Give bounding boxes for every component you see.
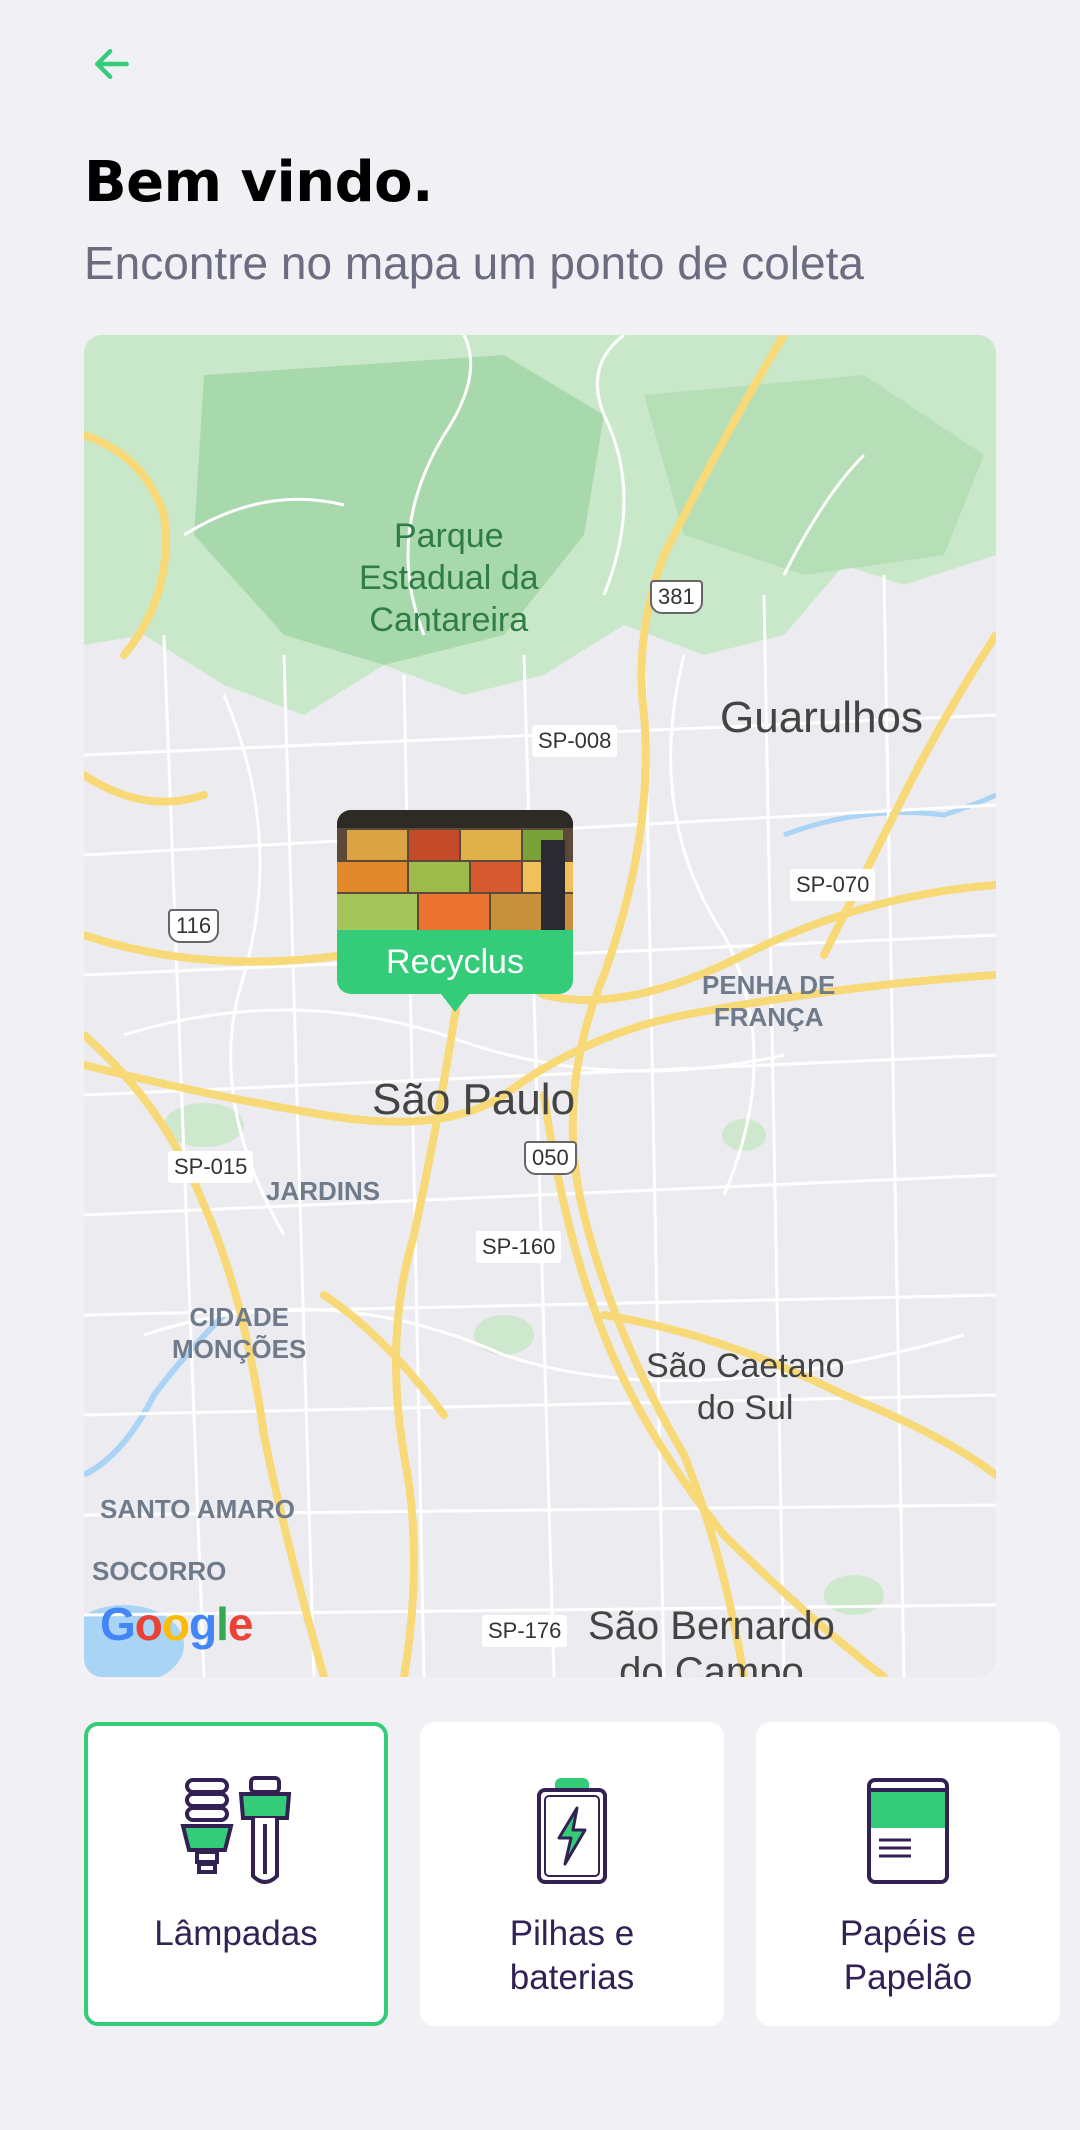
map-shield-050: 050 [524, 1141, 577, 1175]
page-title: Bem vindo. [84, 150, 433, 215]
item-label: Papéis e Papelão [839, 1914, 977, 1997]
paper-icon [867, 1778, 949, 1884]
back-button[interactable] [84, 36, 140, 92]
map-district-socorro: SOCORRO [92, 1556, 227, 1586]
map-road-sp160: SP-160 [476, 1231, 562, 1263]
page-subtitle: Encontre no mapa um ponto de coleta [84, 237, 864, 289]
map-road-sp176: SP-176 [482, 1615, 568, 1647]
map-city-sao-caetano: São Caetano do Sul [646, 1347, 845, 1427]
map-road-sp070: SP-070 [790, 869, 876, 901]
map-road-sp008: SP-008 [532, 725, 618, 757]
item-batteries[interactable]: Pilhas e baterias [420, 1722, 724, 2026]
map-city-guarulhos: Guarulhos [720, 693, 924, 742]
map-district-santo-amaro: SANTO AMARO [100, 1494, 295, 1524]
marker-label: Recyclus [337, 930, 573, 994]
map-road-sp015: SP-015 [168, 1151, 254, 1183]
map-district-cidade-moncoes: CIDADE MONÇÕES [172, 1302, 307, 1364]
map-shield-116: 116 [168, 909, 220, 943]
item-label: Lâmpadas [154, 1914, 318, 1953]
item-lamps[interactable]: Lâmpadas [84, 1722, 388, 2026]
arrow-left-icon [95, 48, 129, 80]
map-city-sao-paulo: São Paulo [372, 1075, 576, 1124]
map-label-park: Parque Estadual da Cantareira [359, 517, 539, 639]
marker-photo [337, 810, 573, 930]
map-city-sao-bernardo: São Bernardo do Campo [588, 1604, 835, 1677]
collection-point-marker[interactable]: Recyclus [337, 810, 573, 1012]
item-category-list: Lâmpadas Pilhas e baterias Papéis e Pape… [84, 1722, 1080, 2034]
welcome-screen: Bem vindo. Encontre no mapa um ponto de … [0, 0, 1080, 2130]
item-paper[interactable]: Papéis e Papelão [756, 1722, 1060, 2026]
battery-icon [537, 1778, 607, 1884]
map-district-penha: PENHA DE FRANÇA [702, 970, 836, 1032]
google-logo: Google [100, 1598, 253, 1650]
marker-pointer [441, 994, 469, 1012]
map-district-jardins: JARDINS [266, 1176, 381, 1206]
map-view[interactable]: Parque Estadual da Cantareira 381 SP-008… [84, 335, 996, 1677]
lamps-icon [180, 1776, 292, 1884]
map-shield-381: 381 [650, 580, 703, 614]
item-label: Pilhas e baterias [509, 1914, 635, 1997]
